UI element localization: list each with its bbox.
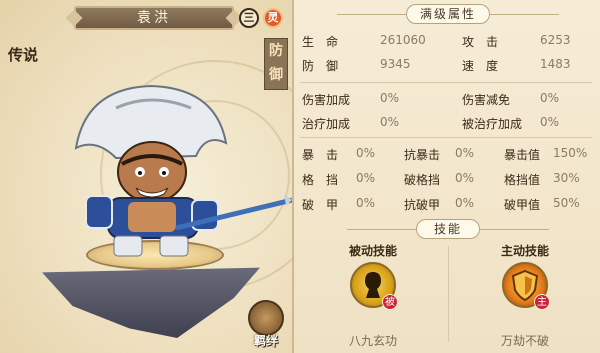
stat-label-block: 格 挡 bbox=[302, 173, 339, 187]
stat-label-hp: 生 命 bbox=[302, 35, 339, 49]
stat-value-crit-resist: 0% bbox=[455, 146, 475, 160]
active-skill-tag: 主 bbox=[534, 294, 550, 310]
rarity-label: 传说 bbox=[8, 46, 39, 64]
active-skill-header: 主动技能 bbox=[500, 244, 549, 258]
stat-label-speed: 速 度 bbox=[462, 59, 499, 73]
stat-value-block-break: 0% bbox=[455, 171, 475, 185]
stat-value-block: 0% bbox=[356, 171, 376, 185]
stat-value-crit: 0% bbox=[356, 146, 376, 160]
divider bbox=[300, 137, 592, 138]
passive-skill-header: 被动技能 bbox=[348, 244, 397, 258]
hero-showcase: 袁洪 三 灵 传说 防御 羁绊 bbox=[0, 0, 292, 353]
stat-value-block-value: 30% bbox=[553, 171, 580, 185]
stat-value-armor-break-value: 50% bbox=[553, 196, 580, 210]
active-skill-card[interactable]: 主动技能 主 万劫不破 bbox=[450, 236, 600, 350]
stat-label-damage-reduction: 伤害减免 bbox=[462, 93, 511, 107]
stat-value-armor-break-resist: 0% bbox=[455, 196, 475, 210]
stat-label-block-break: 破格挡 bbox=[404, 173, 441, 187]
stat-value-damage-reduction: 0% bbox=[540, 91, 560, 105]
stat-value-healed-bonus: 0% bbox=[540, 115, 560, 129]
stat-value-hp: 261060 bbox=[380, 33, 426, 47]
fetter-button[interactable]: 羁绊 bbox=[244, 300, 288, 348]
stat-value-attack: 6253 bbox=[540, 33, 571, 47]
stat-label-crit-resist: 抗暴击 bbox=[404, 148, 441, 162]
stat-value-speed: 1483 bbox=[540, 57, 571, 71]
fetter-icon bbox=[248, 300, 284, 336]
stat-value-damage-bonus: 0% bbox=[380, 91, 400, 105]
stat-value-crit-value: 150% bbox=[553, 146, 588, 160]
active-skill-name: 万劫不破 bbox=[500, 334, 549, 348]
stat-label-armor-break: 破 甲 bbox=[302, 198, 339, 212]
spirit-badge: 灵 bbox=[263, 8, 283, 28]
stat-label-crit-value: 暴击值 bbox=[504, 148, 541, 162]
stat-label-defense: 防 御 bbox=[302, 59, 339, 73]
stat-label-healed-bonus: 被治疗加成 bbox=[462, 117, 523, 131]
stat-label-damage-bonus: 伤害加成 bbox=[302, 93, 351, 107]
stat-value-healing-bonus: 0% bbox=[380, 115, 400, 129]
hero-name-plate: 袁洪 bbox=[74, 6, 234, 30]
attributes-header: 满级属性 bbox=[337, 4, 559, 24]
stat-label-attack: 攻 击 bbox=[462, 35, 499, 49]
hero-character-image bbox=[74, 84, 292, 257]
stat-value-armor-break: 0% bbox=[356, 196, 376, 210]
stat-value-defense: 9345 bbox=[380, 57, 411, 71]
stat-label-armor-break-resist: 抗破甲 bbox=[404, 198, 441, 212]
stat-label-block-value: 格挡值 bbox=[504, 173, 541, 187]
divider bbox=[300, 82, 592, 83]
rank-badge: 三 bbox=[239, 8, 259, 28]
passive-skill-tag: 被 bbox=[382, 294, 398, 310]
skill-divider bbox=[448, 246, 449, 342]
fetter-label: 羁绊 bbox=[253, 334, 278, 348]
stat-label-armor-break-value: 破甲值 bbox=[504, 198, 541, 212]
floating-rock bbox=[42, 267, 260, 338]
passive-skill-name: 八九玄功 bbox=[348, 334, 397, 348]
stat-label-crit: 暴 击 bbox=[302, 148, 339, 162]
passive-skill-card[interactable]: 被动技能 被 八九玄功 bbox=[298, 236, 448, 350]
stat-label-healing-bonus: 治疗加成 bbox=[302, 117, 351, 131]
